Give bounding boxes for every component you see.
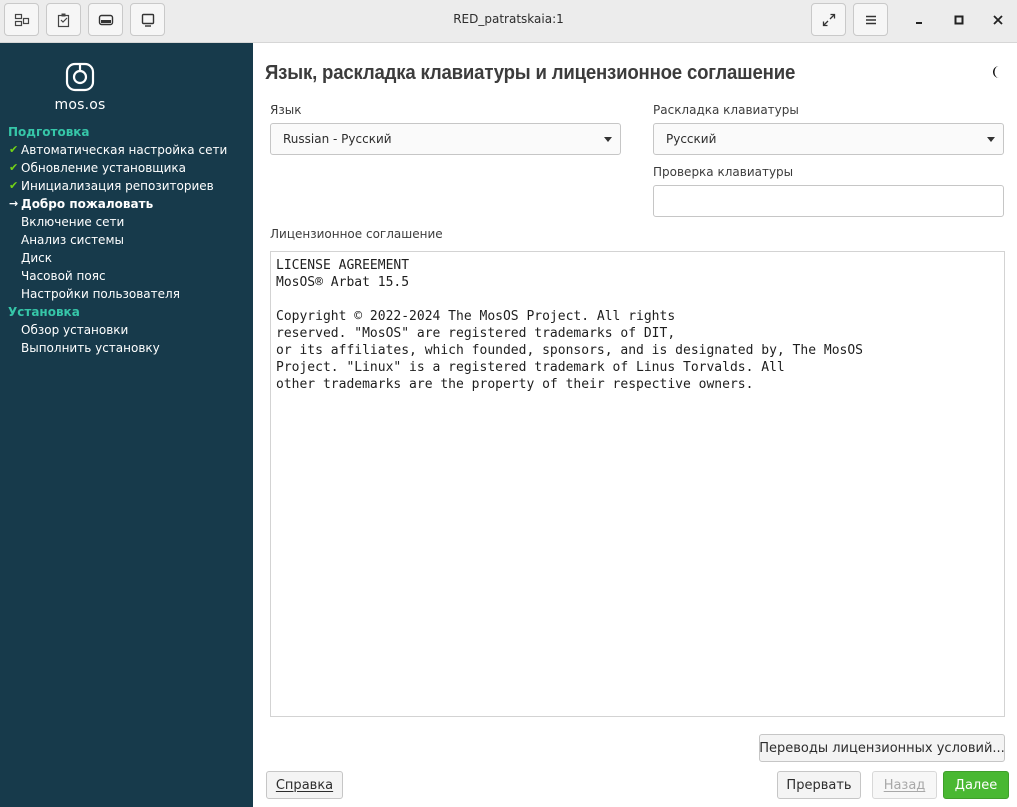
help-button-label: Справка [275,777,334,793]
back-button-label: Назад [883,777,926,793]
nav-item-welcome: → Добро пожаловать [9,197,154,211]
keyboard-icon [98,14,113,25]
keyboard-layout-combobox[interactable]: Русский [653,123,1004,155]
mos-os-logo-icon [65,62,95,92]
nav-section-preparation: Подготовка [8,125,90,139]
nav-item-install-overview: Обзор установки [21,323,129,337]
nav-item-repo-init: ✔ Инициализация репозиториев [9,179,214,193]
keyboard-test-label: Проверка клавиатуры [653,165,794,179]
clipboard-button[interactable] [46,3,81,36]
nav-section-installation: Установка [8,305,80,319]
nav-item-disk: Диск [21,251,53,265]
language-value: Russian - Русский [283,132,392,146]
hamburger-menu-icon [865,15,876,24]
windows-button[interactable] [4,3,39,36]
maximize-icon [954,15,964,25]
help-button[interactable]: Справка [266,771,343,799]
fullscreen-button[interactable] [811,3,846,36]
next-button[interactable]: Далее [943,771,1009,799]
check-icon: ✔ [9,161,19,174]
windows-icon [14,13,29,26]
nav-item-label: Добро пожаловать [21,197,154,211]
minimize-icon [916,22,922,24]
title-bar: RED_patratskaia:1 [0,0,1017,43]
logo-text: mos.os [54,97,106,113]
dropdown-arrow-icon [604,137,612,142]
license-text: LICENSE AGREEMENT MosOS® Arbat 15.5 Copy… [276,258,863,392]
nav-item-user-settings: Настройки пользователя [21,287,180,301]
maximize-button[interactable] [946,8,972,32]
keyboard-layout-value: Русский [666,132,717,146]
nav-item-installer-update: ✔ Обновление установщика [9,161,187,175]
logo: mos.os [53,62,107,113]
close-button[interactable] [985,8,1011,32]
close-icon [993,15,1003,25]
nav-item-timezone: Часовой пояс [21,269,106,283]
keyboard-layout-label: Раскладка клавиатуры [653,103,799,117]
minimize-button[interactable] [907,8,933,32]
clipboard-icon [57,13,69,27]
nav-item-run-install: Выполнить установку [21,341,160,355]
back-button[interactable]: Назад [872,771,937,799]
license-textview[interactable]: LICENSE AGREEMENT MosOS® Arbat 15.5 Copy… [270,251,1005,717]
license-label: Лицензионное соглашение [270,227,443,241]
sidebar: mos.os Подготовка ✔ Автоматическая настр… [0,43,253,807]
keyboard-button[interactable] [88,3,123,36]
arrow-right-icon: → [9,197,19,210]
nav-item-network-enable: Включение сети [21,215,125,229]
nav-item-label: Обновление установщика [21,161,187,175]
nav-item-system-analysis: Анализ системы [21,233,124,247]
nav-item-label: Инициализация репозиториев [21,179,214,193]
display-icon [141,13,154,27]
language-label: Язык [270,103,302,117]
page-title: Язык, раскладка клавиатуры и лицензионно… [265,62,796,84]
menu-button[interactable] [853,3,888,36]
display-button[interactable] [130,3,165,36]
check-icon: ✔ [9,179,19,192]
nav-item-label: Автоматическая настройка сети [21,143,228,157]
fullscreen-icon [822,13,835,26]
dropdown-arrow-icon [987,137,995,142]
keyboard-test-input[interactable] [653,185,1004,217]
main-panel: Язык, раскладка клавиатуры и лицензионно… [253,43,1017,807]
nav-item-network-autoconfig: ✔ Автоматическая настройка сети [9,143,228,157]
language-combobox[interactable]: Russian - Русский [270,123,621,155]
half-moon-icon[interactable] [990,64,1006,80]
check-icon: ✔ [9,143,19,156]
abort-button[interactable]: Прервать [777,771,861,799]
license-translations-button[interactable]: Переводы лицензионных условий... [759,734,1005,762]
